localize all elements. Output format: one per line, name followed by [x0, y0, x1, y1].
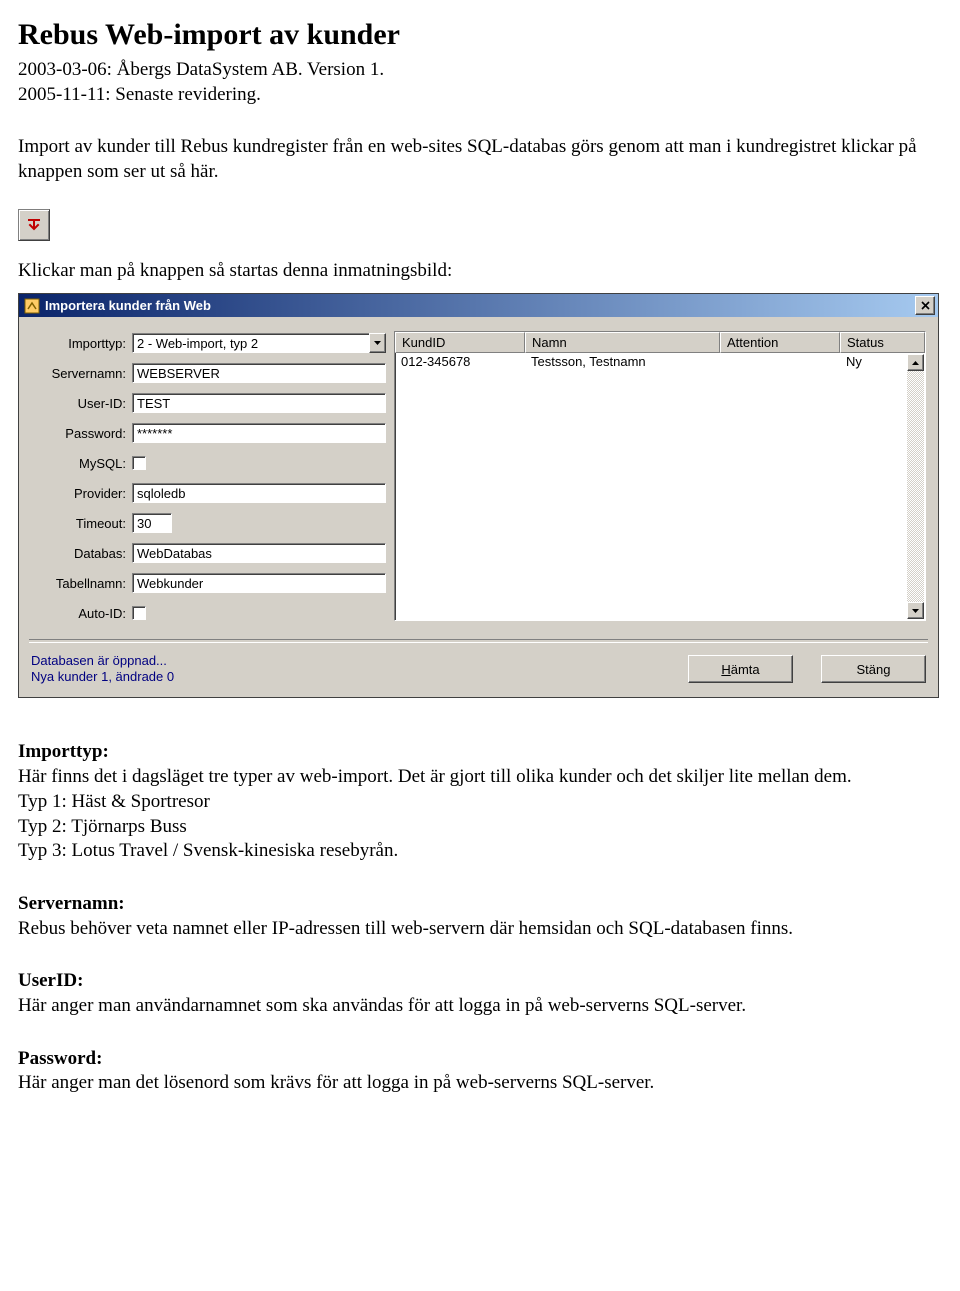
- cell-attention: [720, 354, 840, 371]
- section-title: Password:: [18, 1047, 942, 1072]
- autoid-checkbox[interactable]: [132, 606, 146, 620]
- page-title: Rebus Web-import av kunder: [18, 18, 942, 52]
- cell-kundid: 012-345678: [395, 354, 525, 371]
- col-kundid[interactable]: KundID: [395, 332, 525, 353]
- list-scrollbar[interactable]: [907, 354, 924, 619]
- section-text: Här anger man användarnamnet som ska anv…: [18, 994, 942, 1019]
- section-title: Importtyp:: [18, 740, 942, 765]
- label-timeout: Timeout:: [31, 516, 132, 531]
- list-item[interactable]: 012-345678 Testsson, Testnamn Ny: [395, 354, 925, 371]
- section-text: Typ 1: Häst & Sportresor: [18, 790, 942, 815]
- servernamn-input[interactable]: WEBSERVER: [132, 363, 386, 383]
- password-input[interactable]: *******: [132, 423, 386, 443]
- close-button[interactable]: Stäng: [821, 655, 926, 683]
- scroll-down-icon[interactable]: [907, 602, 924, 619]
- importtyp-combo[interactable]: 2 - Web-import, typ 2: [132, 333, 386, 353]
- cell-namn: Testsson, Testnamn: [525, 354, 720, 371]
- col-status[interactable]: Status: [840, 332, 925, 353]
- close-icon[interactable]: [915, 296, 935, 315]
- databas-input[interactable]: WebDatabas: [132, 543, 386, 563]
- dialog-title: Importera kunder från Web: [45, 298, 915, 313]
- col-attention[interactable]: Attention: [720, 332, 840, 353]
- tabellnamn-input[interactable]: Webkunder: [132, 573, 386, 593]
- scroll-up-icon[interactable]: [907, 354, 924, 371]
- after-icon-paragraph: Klickar man på knappen så startas denna …: [18, 259, 942, 284]
- provider-input[interactable]: sqloledb: [132, 483, 386, 503]
- section-importtyp: Importtyp: Här finns det i dagsläget tre…: [18, 740, 942, 863]
- down-arrow-icon: [26, 217, 42, 233]
- section-title: UserID:: [18, 969, 942, 994]
- col-namn[interactable]: Namn: [525, 332, 720, 353]
- scroll-track[interactable]: [907, 371, 924, 602]
- status-line-1: Databasen är öppnad...: [31, 653, 660, 669]
- label-userid: User-ID:: [31, 396, 132, 411]
- result-list[interactable]: KundID Namn Attention Status 012-345678 …: [394, 331, 926, 621]
- label-servernamn: Servernamn:: [31, 366, 132, 381]
- section-servernamn: Servernamn: Rebus behöver veta namnet el…: [18, 892, 942, 941]
- label-databas: Databas:: [31, 546, 132, 561]
- section-text: Rebus behöver veta namnet eller IP-adres…: [18, 917, 942, 942]
- label-tabellnamn: Tabellnamn:: [31, 576, 132, 591]
- chevron-down-icon[interactable]: [369, 333, 386, 353]
- label-provider: Provider:: [31, 486, 132, 501]
- userid-input[interactable]: TEST: [132, 393, 386, 413]
- importtyp-value: 2 - Web-import, typ 2: [132, 333, 369, 353]
- dialog-titlebar: Importera kunder från Web: [19, 294, 938, 317]
- app-icon: [24, 298, 40, 314]
- label-mysql: MySQL:: [31, 456, 132, 471]
- section-title: Servernamn:: [18, 892, 942, 917]
- status-line-2: Nya kunder 1, ändrade 0: [31, 669, 660, 685]
- section-text: Här finns det i dagsläget tre typer av w…: [18, 765, 942, 790]
- section-password: Password: Här anger man det lösenord som…: [18, 1047, 942, 1096]
- web-import-icon-button[interactable]: [18, 209, 50, 241]
- timeout-input[interactable]: 30: [132, 513, 172, 533]
- import-dialog: Importera kunder från Web Importtyp: 2 -…: [18, 293, 939, 698]
- list-header: KundID Namn Attention Status: [395, 332, 925, 353]
- section-text: Typ 3: Lotus Travel / Svensk-kinesiska r…: [18, 839, 942, 864]
- label-autoid: Auto-ID:: [31, 606, 132, 621]
- intro-paragraph: Import av kunder till Rebus kundregister…: [18, 135, 942, 184]
- section-text: Här anger man det lösenord som krävs för…: [18, 1071, 942, 1096]
- fetch-button[interactable]: Hämta: [688, 655, 793, 683]
- section-userid: UserID: Här anger man användarnamnet som…: [18, 969, 942, 1018]
- meta-line-2: 2005-11-11: Senaste revidering.: [18, 83, 942, 108]
- form-panel: Importtyp: 2 - Web-import, typ 2 Servern…: [31, 331, 386, 631]
- meta-line-1: 2003-03-06: Åbergs DataSystem AB. Versio…: [18, 58, 942, 83]
- status-text: Databasen är öppnad... Nya kunder 1, änd…: [31, 653, 660, 686]
- label-password: Password:: [31, 426, 132, 441]
- label-importtyp: Importtyp:: [31, 336, 132, 351]
- section-text: Typ 2: Tjörnarps Buss: [18, 815, 942, 840]
- mysql-checkbox[interactable]: [132, 456, 146, 470]
